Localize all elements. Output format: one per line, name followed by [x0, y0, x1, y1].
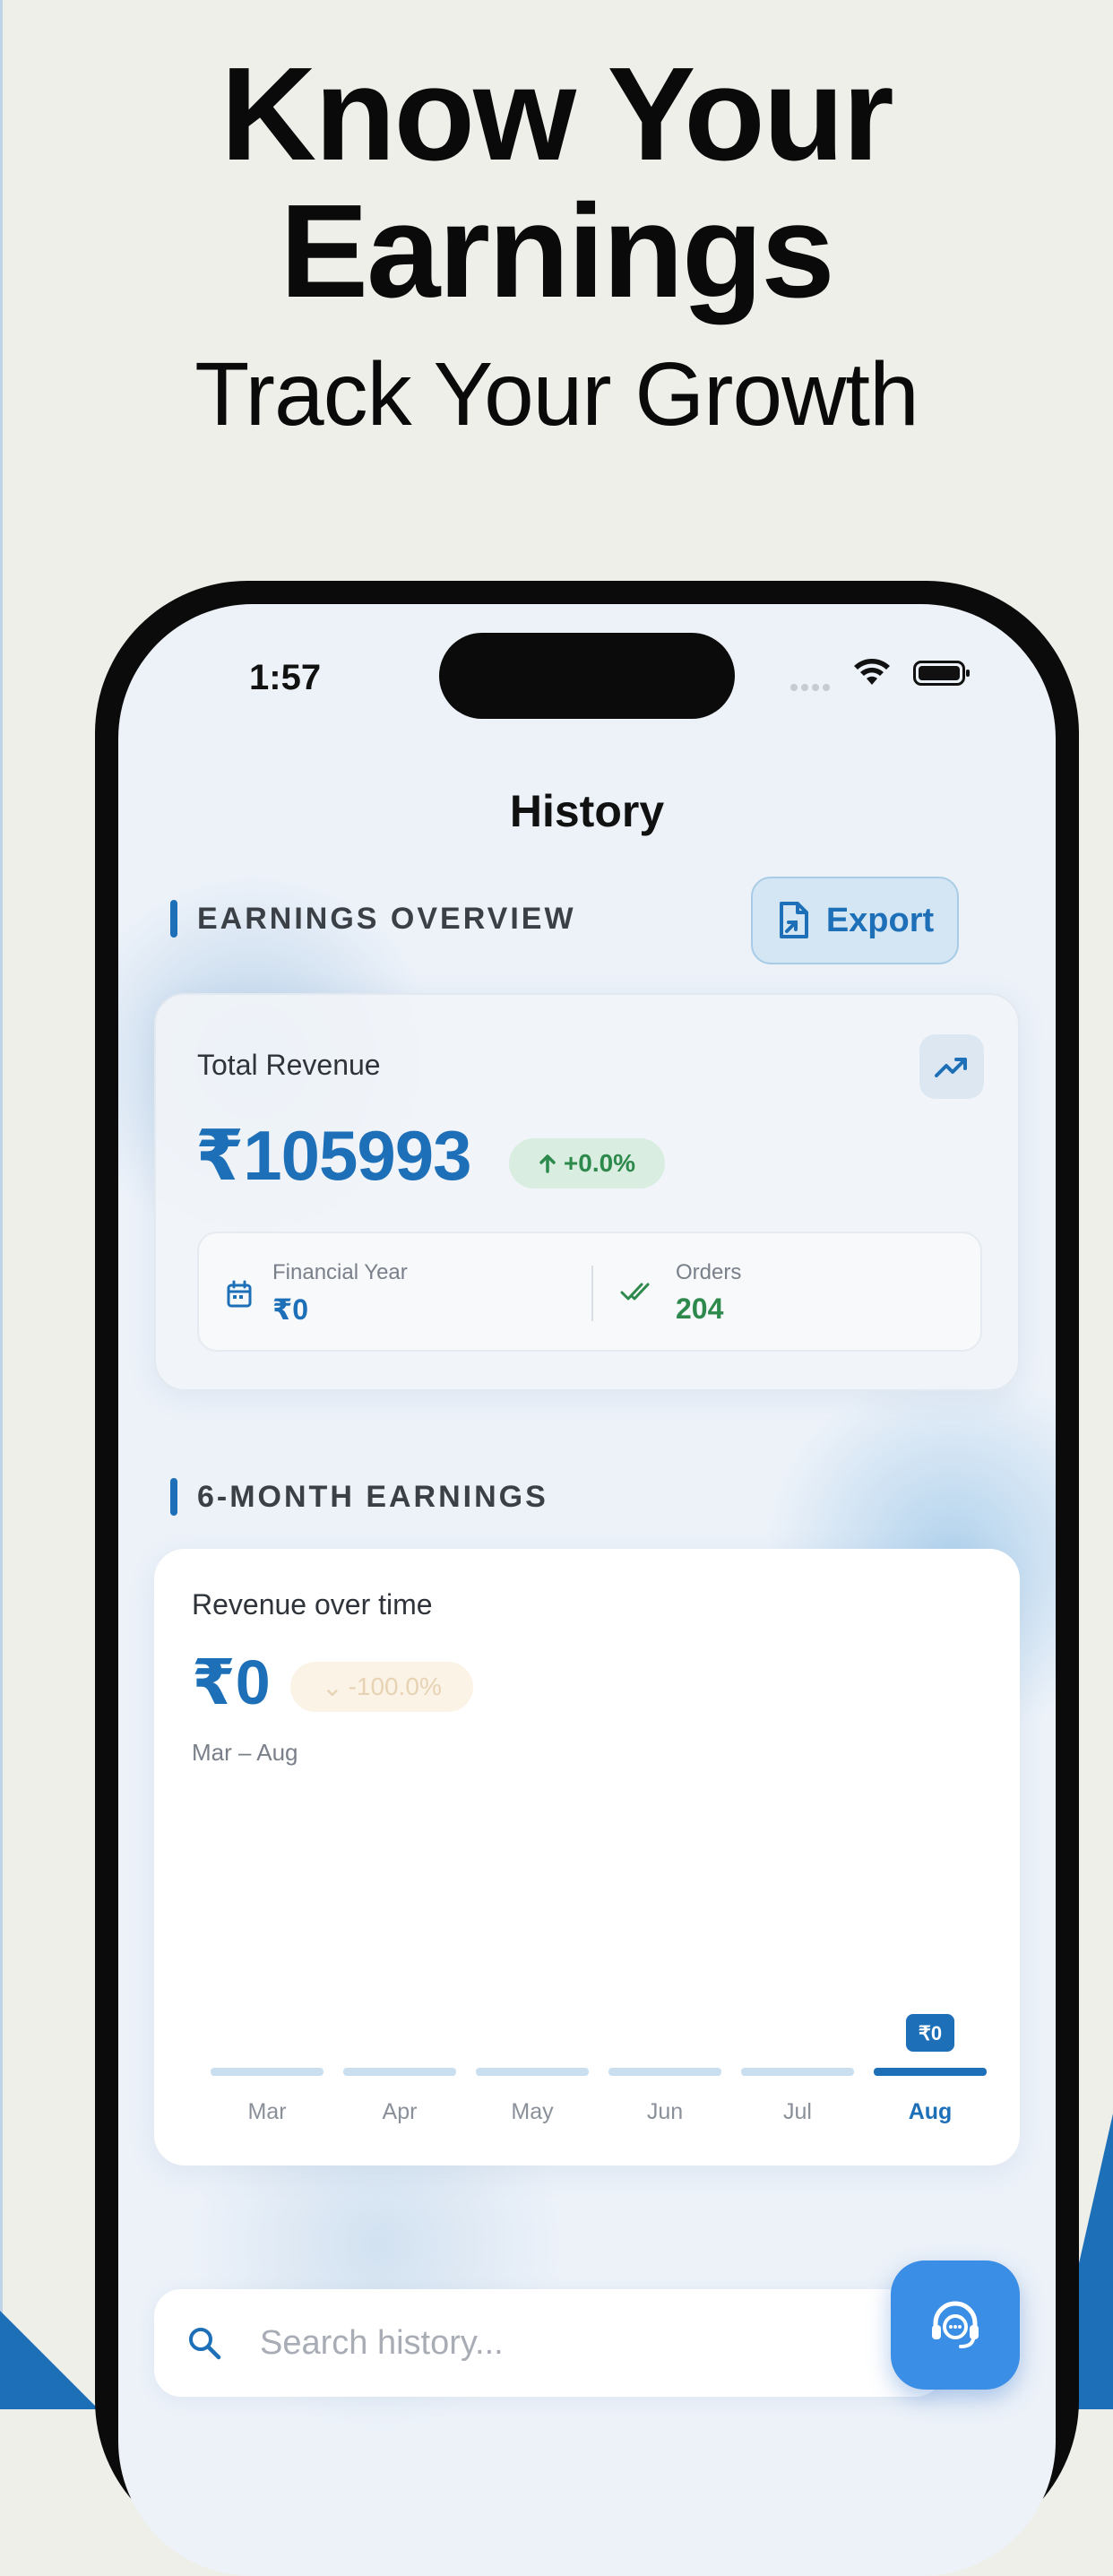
total-revenue-card: Total Revenue ₹105993 +0.0% Financial Ye… — [154, 993, 1020, 1391]
page-title: History — [509, 786, 665, 836]
section-header-earnings-overview: EARNINGS OVERVIEW — [170, 900, 576, 938]
orders-value: 204 — [676, 1292, 724, 1325]
export-button[interactable]: Export — [751, 877, 959, 964]
phone-frame: 1:57 History EARNINGS OVERVIEW Export To… — [95, 581, 1079, 2576]
cellular-signal-icon — [790, 679, 833, 696]
support-chat-button[interactable] — [891, 2260, 1020, 2390]
financial-year-value: ₹0 — [272, 1293, 309, 1326]
section-accent-bar — [170, 1478, 177, 1516]
chart-bar-aug[interactable] — [874, 2068, 987, 2076]
orders-stat: Orders 204 — [620, 1260, 741, 1326]
trending-up-icon — [935, 1058, 967, 1077]
chart-x-label-jul: Jul — [783, 2099, 812, 2124]
battery-icon — [913, 661, 970, 686]
chart-bar-jun[interactable] — [608, 2068, 721, 2076]
wifi-icon — [854, 659, 890, 685]
headset-support-icon — [932, 2301, 979, 2348]
promo-headline-line1: Know Your — [220, 40, 893, 188]
total-revenue-value: ₹105993 — [195, 1116, 472, 1195]
promo-headline-line2: Earnings — [280, 177, 834, 325]
corner-decoration-left — [0, 2311, 99, 2409]
revenue-stats-row: Financial Year ₹0 Orders 204 — [197, 1232, 982, 1352]
orders-label: Orders — [676, 1260, 742, 1284]
earnings-bar-chart: Mar Apr May Jun Jul Aug ₹0 — [211, 2014, 987, 2124]
search-input[interactable] — [258, 2322, 799, 2364]
stats-divider — [591, 1266, 593, 1321]
section-label: EARNINGS OVERVIEW — [197, 901, 576, 936]
promo-subheadline: Track Your Growth — [194, 344, 919, 445]
section-header-six-month: 6-MONTH EARNINGS — [170, 1478, 548, 1516]
chart-x-label-mar: Mar — [247, 2099, 286, 2124]
total-revenue-label: Total Revenue — [197, 1049, 381, 1081]
search-icon — [189, 2328, 221, 2360]
section-label: 6-MONTH EARNINGS — [197, 1479, 548, 1514]
chart-bar-may[interactable] — [476, 2068, 589, 2076]
revenue-change-badge: +0.0% — [509, 1138, 665, 1189]
phone-screen: 1:57 History EARNINGS OVERVIEW Export To… — [118, 604, 1056, 2576]
arrow-up-icon — [539, 1154, 556, 1173]
section-accent-bar — [170, 900, 177, 938]
six-month-chart-card: Revenue over time ₹0 ⌄ -100.0% Mar – Aug… — [154, 1549, 1020, 2165]
dynamic-island — [439, 633, 735, 719]
chart-bar-apr[interactable] — [343, 2068, 456, 2076]
trend-button[interactable] — [919, 1034, 984, 1099]
chart-x-label-aug: Aug — [909, 2099, 953, 2124]
chart-bar-jul[interactable] — [741, 2068, 854, 2076]
chart-x-label-apr: Apr — [383, 2099, 418, 2124]
chart-value-tooltip-label: ₹0 — [919, 2022, 942, 2044]
chart-bar-mar[interactable] — [211, 2068, 324, 2076]
chart-x-label-jun: Jun — [647, 2099, 683, 2124]
export-file-icon — [779, 902, 808, 938]
double-check-icon — [620, 1283, 650, 1301]
revenue-change-text: +0.0% — [563, 1149, 636, 1177]
financial-year-stat: Financial Year ₹0 — [226, 1260, 408, 1327]
search-bar[interactable] — [154, 2289, 943, 2397]
financial-year-label: Financial Year — [272, 1260, 408, 1284]
chart-x-label-may: May — [511, 2099, 554, 2124]
calendar-icon — [227, 1280, 252, 1308]
status-time: 1:57 — [249, 658, 322, 697]
export-button-label: Export — [825, 901, 935, 939]
